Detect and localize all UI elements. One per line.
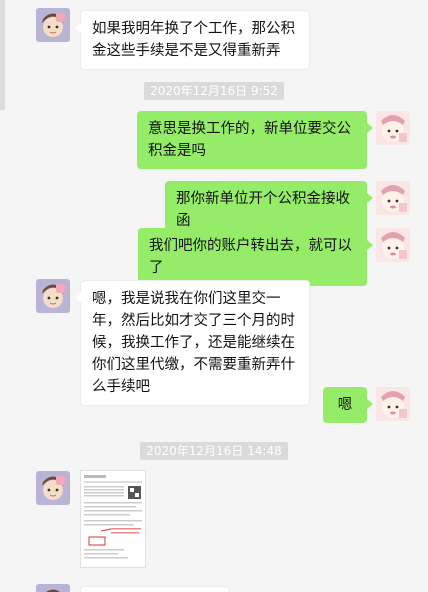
message-received-partial[interactable] bbox=[80, 586, 230, 592]
my-avatar-icon[interactable] bbox=[376, 387, 410, 421]
contact-avatar-icon[interactable] bbox=[36, 8, 70, 42]
timestamp-text: 2020年12月16日 9:52 bbox=[144, 82, 284, 100]
contact-avatar-icon[interactable] bbox=[36, 471, 70, 505]
message-text: 如果我明年换了个工作，那公积金这些手续是不是又得重新弄 bbox=[92, 21, 295, 59]
message-received[interactable]: 如果我明年换了个工作，那公积金这些手续是不是又得重新弄 bbox=[75, 10, 310, 70]
chat-window: 如果我明年换了个工作，那公积金这些手续是不是又得重新弄 2020年12月16日 … bbox=[0, 0, 428, 592]
message-text: 那你新单位开个公积金接收函 bbox=[176, 191, 350, 229]
my-avatar-icon[interactable] bbox=[376, 111, 410, 145]
contact-avatar-icon[interactable] bbox=[36, 584, 70, 592]
contact-avatar-icon[interactable] bbox=[36, 279, 70, 313]
message-sent[interactable]: 嗯 bbox=[323, 387, 373, 423]
message-text: 意思是换工作的，新单位要交公积金是吗 bbox=[148, 121, 351, 159]
message-sent[interactable]: 意思是换工作的，新单位要交公积金是吗 bbox=[137, 111, 373, 169]
timestamp: 2020年12月16日 9:52 bbox=[0, 80, 428, 100]
message-text: 嗯，我是说我在你们这里交一年，然后比如才交了三个月的时候，我换工作了，还是能继续… bbox=[92, 291, 295, 395]
message-sent[interactable]: 我们吧你的账户转出去，就可以了 bbox=[138, 228, 373, 286]
message-text: 嗯 bbox=[337, 397, 353, 413]
timestamp: 2020年12月16日 14:48 bbox=[0, 440, 428, 460]
timestamp-text: 2020年12月16日 14:48 bbox=[140, 442, 288, 460]
message-received[interactable]: 嗯，我是说我在你们这里交一年，然后比如才交了三个月的时候，我换工作了，还是能继续… bbox=[75, 280, 310, 406]
message-text: 我们吧你的账户转出去，就可以了 bbox=[149, 238, 352, 276]
my-avatar-icon[interactable] bbox=[376, 181, 410, 215]
image-message-thumbnail[interactable] bbox=[80, 470, 146, 568]
my-avatar-icon[interactable] bbox=[376, 228, 410, 262]
